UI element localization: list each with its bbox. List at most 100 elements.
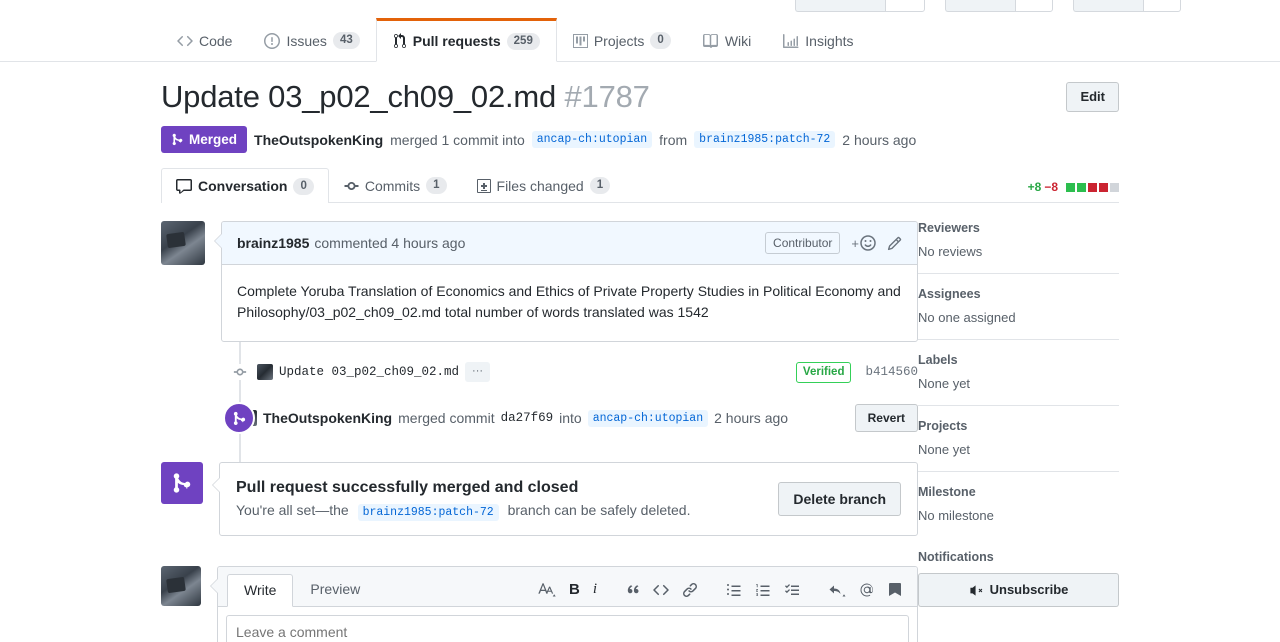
text-size-icon[interactable] bbox=[538, 582, 556, 598]
watch-button[interactable] bbox=[795, 0, 885, 12]
italic-icon[interactable]: i bbox=[593, 581, 597, 598]
star-count[interactable] bbox=[1015, 0, 1053, 12]
merge-commit-sha[interactable]: da27f69 bbox=[501, 411, 554, 425]
avatar[interactable] bbox=[161, 221, 205, 266]
new-comment-form: Write Preview B i bbox=[161, 566, 918, 642]
sidebar-section-empty-state: No reviews bbox=[918, 244, 983, 260]
unordered-list-icon[interactable] bbox=[726, 582, 742, 598]
watch-count[interactable] bbox=[885, 0, 925, 12]
head-branch-label[interactable]: brainz1985:patch-72 bbox=[694, 131, 836, 149]
nav-item-wiki[interactable]: Wiki bbox=[687, 18, 767, 62]
merger-name[interactable]: TheOutspokenKing bbox=[254, 132, 383, 148]
fork-button-group[interactable] bbox=[1073, 0, 1181, 12]
pr-tabs: Conversation 0 Commits 1 Files changed 1 +8 −… bbox=[161, 168, 1119, 204]
edit-comment-button[interactable] bbox=[887, 236, 902, 251]
sidebar-section-labels: Labels None yet bbox=[918, 353, 1119, 407]
sidebar-section-title[interactable]: Labels bbox=[918, 353, 1119, 367]
nav-item-counter: 0 bbox=[650, 32, 671, 49]
merge-time: 2 hours ago bbox=[714, 410, 789, 427]
delete-branch-button[interactable]: Delete branch bbox=[778, 482, 901, 517]
merge-banner-box: Pull request successfully merged and clo… bbox=[212, 462, 918, 537]
nav-item-pull-requests[interactable]: Pull requests 259 bbox=[375, 18, 557, 62]
comment-form-tab-write[interactable]: Write bbox=[227, 574, 294, 608]
reply-icon[interactable] bbox=[828, 582, 846, 598]
merge-target-branch[interactable]: ancap-ch:utopian bbox=[587, 409, 709, 427]
nav-item-label: Projects bbox=[593, 32, 645, 49]
sidebar-section-title[interactable]: Reviewers bbox=[918, 221, 1119, 235]
commit-sha[interactable]: b414560 bbox=[865, 365, 918, 379]
from-text: from bbox=[659, 131, 688, 148]
ordered-list-icon[interactable] bbox=[755, 582, 771, 598]
commit-message[interactable]: Update 03_p02_ch09_02.md bbox=[279, 365, 459, 379]
verified-badge[interactable]: Verified bbox=[795, 361, 852, 383]
tab-counter: 0 bbox=[293, 177, 314, 195]
diffstat-blocks bbox=[1066, 182, 1119, 192]
task-list-icon[interactable] bbox=[784, 582, 800, 598]
diffstat[interactable]: +8 −8 bbox=[1028, 180, 1119, 194]
nav-item-label: Code bbox=[199, 32, 233, 49]
merge-actor-name[interactable]: TheOutspokenKing bbox=[263, 410, 392, 426]
mention-icon[interactable] bbox=[859, 582, 875, 598]
fork-count[interactable] bbox=[1143, 0, 1181, 12]
merge-banner-icon bbox=[161, 462, 203, 505]
repo-action-buttons bbox=[795, 0, 1181, 12]
git-merge-icon bbox=[173, 473, 191, 493]
github-pull-request-page: Code Issues 43 Pull requests 259 Projects 0 Wik… bbox=[0, 0, 1280, 642]
comment-form-tab-preview[interactable]: Preview bbox=[293, 573, 377, 606]
comment-box: brainz1985 commented 4 hours ago Contrib… bbox=[214, 221, 918, 343]
comment-textarea-wrap bbox=[218, 607, 917, 642]
nav-item-label: Insights bbox=[805, 32, 854, 49]
conversation-column: brainz1985 commented 4 hours ago Contrib… bbox=[161, 221, 918, 642]
project-icon bbox=[572, 33, 588, 49]
comment-form-box: Write Preview B i bbox=[210, 566, 918, 642]
diffstat-block bbox=[1066, 182, 1075, 192]
pr-meta: Merged TheOutspokenKing merged 1 commit … bbox=[161, 126, 1119, 154]
nav-item-counter: 43 bbox=[332, 32, 360, 49]
nav-item-projects[interactable]: Projects 0 bbox=[557, 18, 687, 62]
comment-author[interactable]: brainz1985 bbox=[237, 235, 309, 251]
commit-author-avatar[interactable] bbox=[257, 364, 273, 381]
sidebar-section-title: Notifications bbox=[918, 550, 994, 565]
diffstat-block bbox=[1077, 182, 1086, 192]
status-badge-label: Merged bbox=[189, 132, 238, 148]
base-branch-label[interactable]: ancap-ch:utopian bbox=[531, 131, 653, 149]
star-button-group[interactable] bbox=[945, 0, 1053, 12]
unsubscribe-button[interactable]: Unsubscribe bbox=[918, 573, 1119, 608]
nav-item-issues[interactable]: Issues 43 bbox=[248, 18, 375, 62]
sidebar-section-reviewers: Reviewers No reviews bbox=[918, 221, 1119, 275]
diff-file-icon bbox=[476, 178, 491, 194]
quote-icon[interactable] bbox=[625, 582, 640, 597]
link-icon[interactable] bbox=[682, 582, 698, 598]
sidebar-section-title[interactable]: Assignees bbox=[918, 287, 1119, 301]
nav-item-code[interactable]: Code bbox=[161, 18, 248, 62]
watch-button-group[interactable] bbox=[795, 0, 925, 12]
nav-item-label: Pull requests bbox=[412, 33, 501, 49]
fork-button[interactable] bbox=[1073, 0, 1143, 12]
sidebar-section-empty-state: None yet bbox=[918, 376, 971, 392]
tab-conversation[interactable]: Conversation 0 bbox=[161, 168, 329, 204]
bold-icon[interactable]: B bbox=[569, 581, 580, 598]
pr-number: #1787 bbox=[564, 79, 650, 114]
diffstat-block bbox=[1099, 182, 1108, 192]
commit-details-button[interactable]: ··· bbox=[465, 362, 491, 383]
book-icon bbox=[702, 33, 719, 49]
code-icon[interactable] bbox=[653, 582, 669, 598]
page-title: Update 03_p02_ch09_02.md #1787 bbox=[161, 78, 1119, 115]
nav-item-insights[interactable]: Insights bbox=[767, 18, 869, 62]
timeline-merge-row: TheOutspokenKing merged commit da27f69 i… bbox=[161, 402, 918, 435]
edit-title-button[interactable]: Edit bbox=[1066, 82, 1119, 112]
comment-input[interactable] bbox=[226, 615, 909, 642]
tab-label: Files changed bbox=[496, 177, 584, 194]
add-reaction-button[interactable]: + bbox=[851, 235, 876, 251]
mute-icon bbox=[970, 585, 982, 596]
sidebar-section-title[interactable]: Milestone bbox=[918, 485, 1119, 499]
status-badge: Merged bbox=[161, 126, 248, 154]
deletable-branch-label: brainz1985:patch-72 bbox=[357, 504, 499, 522]
tab-files-changed[interactable]: Files changed 1 bbox=[462, 168, 626, 202]
revert-button[interactable]: Revert bbox=[854, 404, 918, 433]
current-user-avatar[interactable] bbox=[161, 566, 201, 607]
star-button[interactable] bbox=[945, 0, 1015, 12]
tab-commits[interactable]: Commits 1 bbox=[329, 168, 462, 202]
saved-replies-icon[interactable] bbox=[888, 582, 902, 598]
sidebar-section-title[interactable]: Projects bbox=[918, 419, 1119, 433]
